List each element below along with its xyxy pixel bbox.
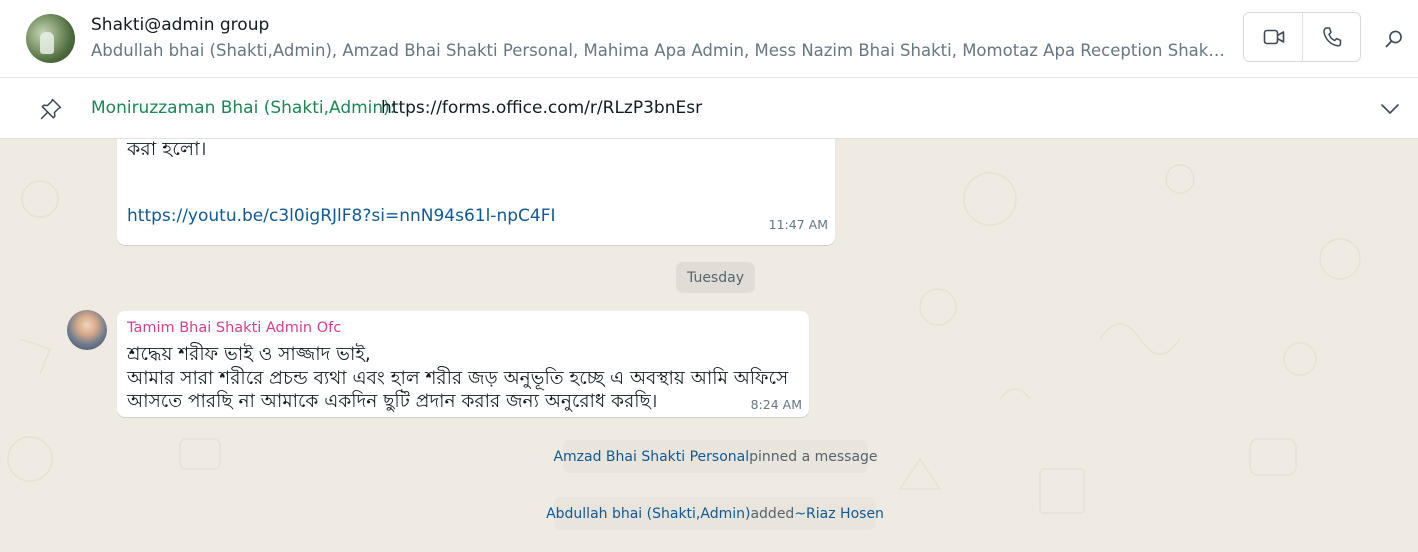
message-sender[interactable]: Tamim Bhai Shakti Admin Ofc — [127, 320, 341, 336]
search-button[interactable] — [1378, 24, 1410, 54]
group-avatar[interactable] — [26, 14, 75, 63]
system-message-added: Abdullah bhai (Shakti,Admin) added ~Riaz… — [546, 497, 884, 530]
message-bubble[interactable]: করা হলো। https://youtu.be/c3l0igRJlF8?si… — [117, 139, 835, 245]
group-name[interactable]: Shakti@admin group — [91, 15, 269, 35]
voice-call-icon — [1322, 26, 1342, 48]
system-message-pinned: Amzad Bhai Shakti Personal pinned a mess… — [553, 440, 878, 473]
pin-icon — [38, 96, 64, 122]
pinned-author: Moniruzzaman Bhai (Shakti,Admin): — [91, 98, 396, 118]
system-action-text: pinned a message — [749, 448, 878, 465]
search-icon — [1384, 29, 1404, 49]
video-call-button[interactable] — [1252, 22, 1296, 52]
voice-call-button[interactable] — [1310, 22, 1354, 52]
message-time: 11:47 AM — [768, 217, 828, 232]
pinned-text[interactable]: https://forms.office.com/r/RLzP3bnEsr — [381, 98, 702, 118]
call-buttons — [1243, 12, 1361, 62]
expand-pinned-button[interactable] — [1375, 94, 1405, 124]
chat-header: Shakti@admin group Abdullah bhai (Shakti… — [0, 0, 1418, 78]
system-target-name[interactable]: ~Riaz Hosen — [794, 506, 884, 522]
date-divider: Tuesday — [676, 262, 755, 293]
video-call-icon — [1263, 28, 1285, 46]
chat-area[interactable]: করা হলো। https://youtu.be/c3l0igRJlF8?si… — [0, 139, 1418, 552]
pin-button[interactable] — [36, 94, 66, 124]
message-time: 8:24 AM — [750, 397, 802, 412]
divider — [1302, 13, 1303, 61]
sender-avatar[interactable] — [67, 310, 107, 350]
system-actor-name[interactable]: Abdullah bhai (Shakti,Admin) — [546, 506, 750, 522]
system-actor-name[interactable]: Amzad Bhai Shakti Personal — [553, 449, 749, 465]
pinned-message-bar[interactable]: Moniruzzaman Bhai (Shakti,Admin): https:… — [0, 78, 1418, 139]
message-line: আসতে পারছি না আমাকে একদিন ছুটি প্রদান কর… — [127, 391, 658, 412]
message-link[interactable]: https://youtu.be/c3l0igRJlF8?si=nnN94s61… — [127, 206, 556, 226]
message-bubble[interactable]: Tamim Bhai Shakti Admin Ofc শ্রদ্ধেয় শর… — [117, 311, 809, 417]
message-text: করা হলো। — [127, 139, 207, 160]
chevron-down-icon — [1380, 103, 1400, 115]
system-action-text: added — [750, 505, 795, 522]
group-members-list[interactable]: Abdullah bhai (Shakti,Admin), Amzad Bhai… — [91, 41, 1231, 60]
